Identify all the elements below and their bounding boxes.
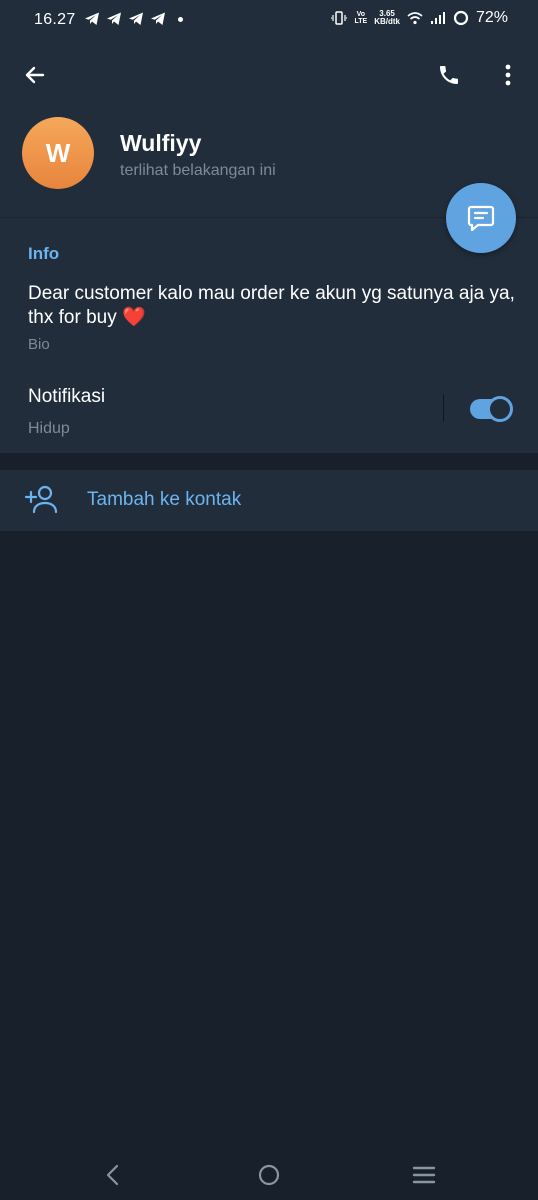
add-user-icon <box>24 485 58 514</box>
notifications-label[interactable]: Notifikasi <box>28 386 105 408</box>
wifi-icon <box>407 12 423 25</box>
profile-name: Wulfiyy <box>120 130 202 156</box>
notifications-divider <box>443 394 444 422</box>
phone-icon <box>440 66 458 84</box>
telegram-notification-icon <box>107 12 121 25</box>
notification-icons <box>84 11 183 27</box>
nav-home-icon[interactable] <box>256 1162 282 1188</box>
telegram-notification-icon <box>129 12 143 25</box>
back-button[interactable] <box>18 58 52 92</box>
notifications-status: Hidup <box>28 420 70 437</box>
nav-recents-icon[interactable] <box>411 1162 437 1188</box>
net-speed-unit: KB/dtk <box>374 17 400 26</box>
bio-text[interactable]: Dear customer kalo mau order ke akun yg … <box>28 282 518 330</box>
system-navigation-bar <box>0 1148 538 1200</box>
info-section-title: Info <box>28 244 60 263</box>
nav-back-icon[interactable] <box>100 1162 126 1188</box>
profile-header: 16.27 Vo LTE 3.65 KB/dtk 72% W Wulfiyy te… <box>0 0 538 217</box>
info-section: Info Dear customer kalo mau order ke aku… <box>0 217 538 453</box>
signal-icon <box>430 12 445 24</box>
more-vertical-icon <box>505 64 511 86</box>
status-bar: 16.27 Vo LTE 3.65 KB/dtk 72% <box>0 0 538 40</box>
notifications-toggle[interactable] <box>470 396 513 422</box>
bio-label: Bio <box>28 336 50 353</box>
network-speed: 3.65 KB/dtk <box>374 10 400 26</box>
avatar[interactable]: W <box>22 117 94 189</box>
telegram-notification-icon <box>85 12 99 25</box>
add-contact-label: Tambah ke kontak <box>87 489 242 510</box>
last-seen-status: terlihat belakangan ini <box>120 162 276 179</box>
call-button[interactable] <box>432 58 466 92</box>
vibrate-icon <box>331 11 348 25</box>
message-icon <box>467 205 495 232</box>
arrow-left-icon <box>25 66 45 84</box>
telegram-notification-icon <box>151 12 165 25</box>
status-time: 16.27 <box>34 11 76 28</box>
avatar-initial: W <box>45 137 71 168</box>
heart-emoji: ❤️ <box>122 307 146 328</box>
bio-content: Dear customer kalo mau order ke akun yg … <box>28 283 515 328</box>
volte-indicator: Vo LTE <box>354 11 368 25</box>
toggle-knob <box>487 396 513 422</box>
battery-icon <box>453 10 469 26</box>
status-right: Vo LTE 3.65 KB/dtk 72% <box>331 9 508 27</box>
send-message-button[interactable] <box>446 183 516 253</box>
more-options-button[interactable] <box>494 58 522 92</box>
battery-percent: 72% <box>475 9 508 26</box>
more-notifications-dot <box>178 16 183 22</box>
add-contact-button[interactable]: Tambah ke kontak <box>0 470 538 531</box>
